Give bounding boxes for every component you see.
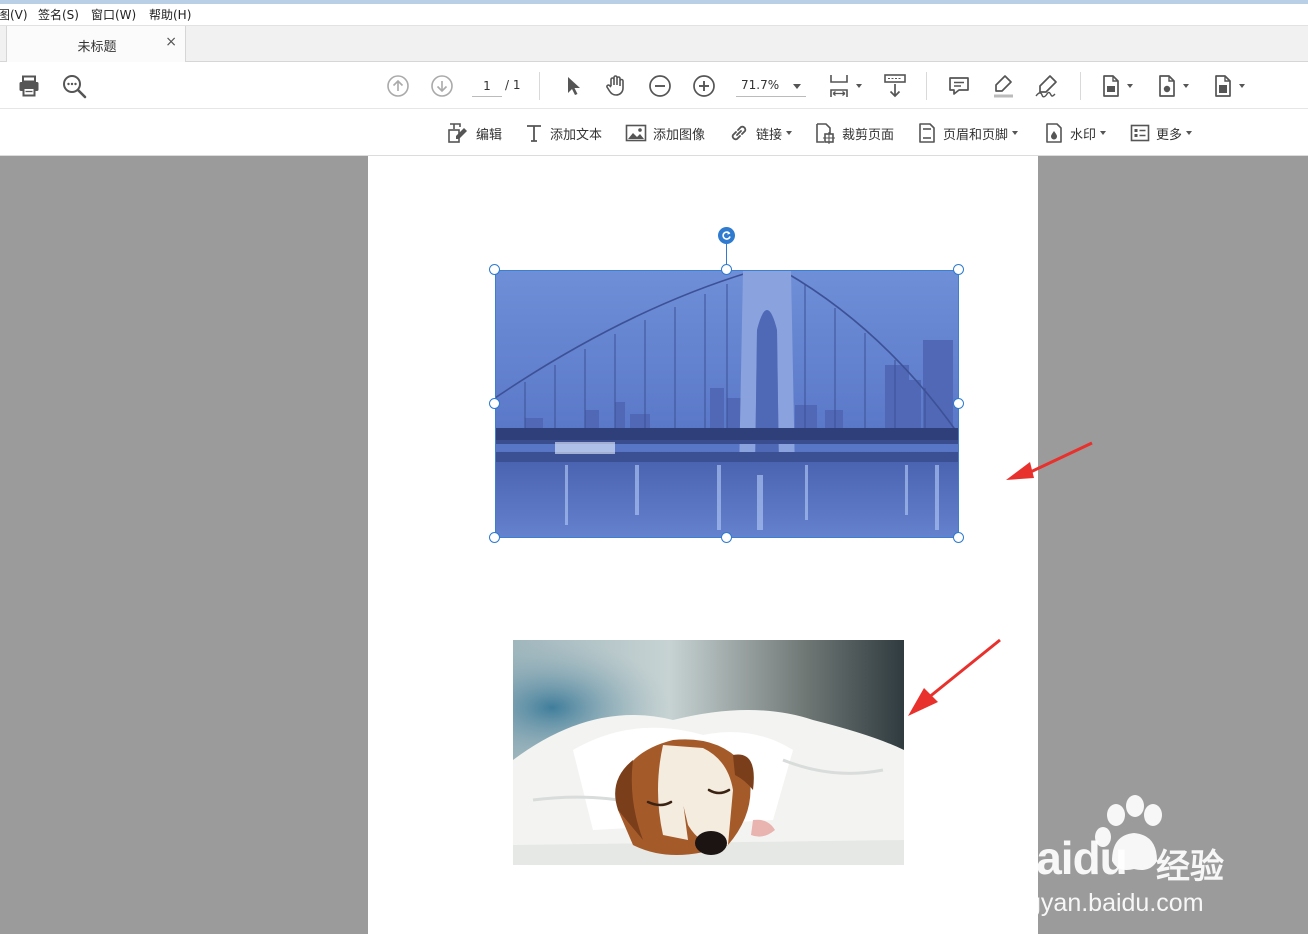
crop-icon <box>816 123 835 144</box>
baidu-watermark: Baidu 经验 jingyan.baidu.com <box>1000 791 1280 917</box>
add-text-button[interactable]: 添加文本 <box>524 121 602 145</box>
red-arrow-icon <box>1006 441 1093 480</box>
add-image-button[interactable]: 添加图像 <box>625 121 705 145</box>
watermark-brand: Baidu <box>1004 832 1128 884</box>
chevron-down-icon <box>786 131 793 135</box>
highlight-icon[interactable] <box>990 73 1016 99</box>
resize-handle-top-left[interactable] <box>489 264 500 275</box>
crop-page-label: 裁剪页面 <box>842 127 895 143</box>
edit-label: 编辑 <box>476 127 503 143</box>
chevron-down-icon[interactable] <box>856 84 862 88</box>
chevron-down-icon <box>1012 131 1019 135</box>
zoom-select[interactable]: 71.7% <box>736 75 806 97</box>
red-arrow-icon <box>908 638 1001 716</box>
resize-handle-top-right[interactable] <box>953 264 964 275</box>
more-button[interactable]: 更多 <box>1130 121 1193 145</box>
menu-help[interactable]: 帮助(H) <box>149 7 191 23</box>
page-number-input[interactable] <box>472 75 502 97</box>
add-image-label: 添加图像 <box>653 127 706 143</box>
watermark-label: 水印 <box>1070 127 1097 143</box>
edit-toolbar: 编辑 添加文本 添加图像 链接 裁剪页面 页眉和页脚 水印 更多 <box>0 109 1308 156</box>
menu-window[interactable]: 窗口(W) <box>91 7 136 23</box>
resize-handle-right[interactable] <box>953 398 964 409</box>
document-icon[interactable] <box>1098 73 1124 99</box>
link-button[interactable]: 链接 <box>728 121 793 145</box>
chevron-down-icon[interactable] <box>1183 84 1189 88</box>
header-footer-label: 页眉和页脚 <box>943 127 1009 143</box>
fit-page-icon[interactable] <box>826 73 852 99</box>
puppy-image[interactable] <box>513 640 904 865</box>
search-zoom-icon[interactable] <box>61 73 87 99</box>
tab-close-icon[interactable]: × <box>165 34 177 50</box>
watermark-icon <box>1046 123 1062 143</box>
edit-button[interactable]: 编辑 <box>446 121 502 145</box>
resize-handle-bottom[interactable] <box>721 532 732 543</box>
resize-handle-left[interactable] <box>489 398 500 409</box>
header-footer-button[interactable]: 页眉和页脚 <box>917 121 1019 145</box>
watermark-brand-cn: 经验 <box>1156 847 1224 887</box>
list-icon <box>1130 124 1150 142</box>
document-export-icon[interactable] <box>1210 73 1236 99</box>
tab-bar: 未标题 × <box>0 26 1308 62</box>
resize-handle-top[interactable] <box>721 264 732 275</box>
rotate-icon[interactable] <box>718 227 735 244</box>
scroll-down-icon[interactable] <box>882 73 908 99</box>
image-icon <box>625 124 647 142</box>
chevron-down-icon <box>1186 131 1193 135</box>
selection-frame <box>495 270 959 538</box>
more-label: 更多 <box>1156 127 1183 143</box>
chevron-down-icon[interactable] <box>1239 84 1245 88</box>
arrow-down-circle-icon[interactable] <box>429 73 455 99</box>
toolbar-divider <box>926 72 927 100</box>
menu-view[interactable]: 图(V) <box>0 7 28 23</box>
resize-handle-bottom-right[interactable] <box>953 532 964 543</box>
pdf-page[interactable] <box>368 156 1038 934</box>
printer-icon[interactable] <box>16 73 42 99</box>
edit-icon <box>448 123 467 143</box>
arrow-up-circle-icon[interactable] <box>385 73 411 99</box>
main-toolbar: / 1 71.7% <box>0 62 1308 109</box>
header-footer-icon <box>919 123 935 143</box>
link-icon <box>731 125 747 141</box>
watermark-button[interactable]: 水印 <box>1044 121 1107 145</box>
zoom-in-icon[interactable] <box>691 73 717 99</box>
chevron-down-icon[interactable] <box>1127 84 1133 88</box>
document-tab[interactable]: 未标题 × <box>6 26 186 62</box>
hand-icon[interactable] <box>603 73 629 99</box>
sign-icon[interactable] <box>1034 73 1060 99</box>
pointer-icon[interactable] <box>560 73 586 99</box>
document-workspace[interactable]: Baidu 经验 jingyan.baidu.com <box>0 156 1308 934</box>
add-text-label: 添加文本 <box>550 127 603 143</box>
zoom-out-icon[interactable] <box>647 73 673 99</box>
text-icon <box>527 125 541 142</box>
zoom-value: 71.7% <box>741 78 780 92</box>
menu-bar: 图(V) 签名(S) 窗口(W) 帮助(H) <box>0 4 1308 26</box>
toolbar-divider <box>539 72 540 100</box>
crop-page-button[interactable]: 裁剪页面 <box>814 121 894 145</box>
menu-sign[interactable]: 签名(S) <box>38 7 79 23</box>
chevron-down-icon <box>793 84 801 89</box>
chevron-down-icon <box>1100 131 1107 135</box>
tab-title: 未标题 <box>77 40 117 55</box>
toolbar-divider <box>1080 72 1081 100</box>
page-total: / 1 <box>505 78 521 92</box>
comment-icon[interactable] <box>946 73 972 99</box>
link-label: 链接 <box>756 127 783 143</box>
resize-handle-bottom-left[interactable] <box>489 532 500 543</box>
document-settings-icon[interactable] <box>1154 73 1180 99</box>
watermark-url: jingyan.baidu.com <box>1002 889 1204 917</box>
